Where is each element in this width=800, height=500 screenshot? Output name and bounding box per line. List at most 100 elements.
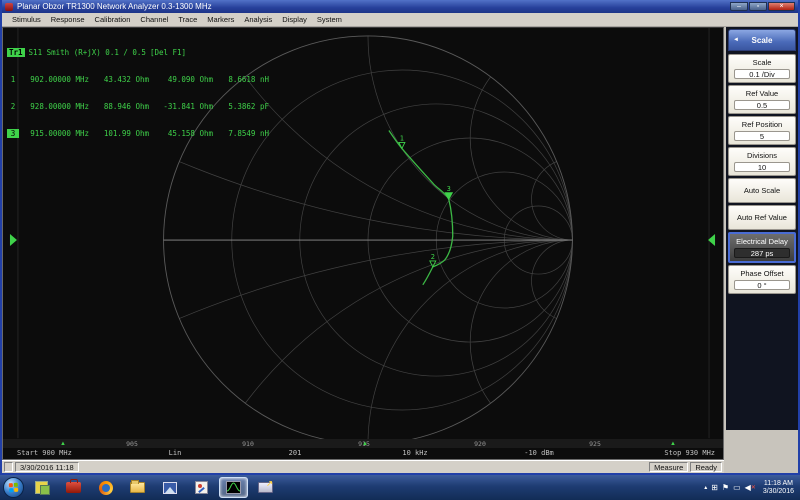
- menu-calibration[interactable]: Calibration: [90, 14, 136, 25]
- trace-badge[interactable]: Tr1: [7, 48, 25, 57]
- ref-position-left-icon[interactable]: [10, 234, 17, 246]
- trace-extra-text: [Del F1]: [150, 48, 186, 57]
- ruler-marker-1-icon[interactable]: ▲: [60, 441, 66, 447]
- taskbar-toolbox[interactable]: [59, 477, 88, 498]
- stimulus-power[interactable]: -10 dBm: [524, 449, 554, 457]
- system-tray: ▴ ⊞ ⚑ ▭ ◀✕ 11:18 AM 3/30/2016: [704, 480, 797, 496]
- statusbar-grip: [4, 462, 13, 472]
- marker-row-2: 2 928.00000 MHz 88.946 Ohm -31.841 Ohm 5…: [7, 102, 269, 111]
- titlebar[interactable]: Planar Obzor TR1300 Network Analyzer 0.3…: [2, 0, 798, 13]
- softkey-phase-offset-label: Phase Offset: [732, 269, 792, 278]
- taskbar-file-explorer[interactable]: [123, 477, 152, 498]
- smith-chart-region: 1 3 2: [2, 27, 724, 460]
- softkey-auto-ref-value-label: Auto Ref Value: [732, 213, 792, 222]
- marker-1-number: 1: [7, 75, 19, 84]
- marker-1-reactance: 49.090 Ohm: [149, 75, 213, 84]
- marker-1-equiv: 8.6618 nH: [213, 75, 269, 84]
- taskbar-photo-viewer[interactable]: [155, 477, 184, 498]
- volume-muted-icon[interactable]: ◀✕: [745, 483, 756, 493]
- remote-desktop-icon: [258, 482, 273, 493]
- display-tray-icon[interactable]: ▭: [733, 483, 741, 493]
- marker-row-3-active: 3 915.00000 MHz 101.99 Ohm 45.158 Ohm 7.…: [7, 129, 269, 138]
- menu-trace[interactable]: Trace: [173, 14, 202, 25]
- menu-analysis[interactable]: Analysis: [239, 14, 277, 25]
- softkey-electrical-delay[interactable]: Electrical Delay 287 ps: [728, 232, 796, 263]
- marker-2-number: 2: [7, 102, 19, 111]
- menu-stimulus[interactable]: Stimulus: [7, 14, 46, 25]
- stimulus-ifbw[interactable]: 10 kHz: [402, 449, 427, 457]
- clock-date: 3/30/2016: [763, 488, 794, 496]
- stimulus-bar: Start 900 MHz Lin 201 10 kHz -10 dBm Sto…: [3, 448, 723, 459]
- softkey-header[interactable]: ◄ Scale: [728, 29, 796, 51]
- softkey-ref-value[interactable]: Ref Value 0.5: [728, 85, 796, 114]
- statusbar-measure: Measure: [649, 462, 688, 472]
- trace-format-text: S11 Smith (R+jX) 0.1 / 0.5: [29, 48, 146, 57]
- menu-markers[interactable]: Markers: [202, 14, 239, 25]
- softkey-divisions-label: Divisions: [732, 151, 792, 160]
- taskbar-paint[interactable]: [187, 477, 216, 498]
- softkey-scale[interactable]: Scale 0.1 /Div: [728, 54, 796, 83]
- marker-row-1: 1 902.00000 MHz 43.432 Ohm 49.090 Ohm 8.…: [7, 75, 269, 84]
- network-analyzer-icon: [226, 481, 241, 494]
- taskbar-firefox[interactable]: [91, 477, 120, 498]
- marker-3-reactance: 45.158 Ohm: [149, 129, 213, 138]
- softkey-phase-offset-value: 0 °: [734, 280, 790, 290]
- statusbar-datetime: 3/30/2016 11:18: [15, 462, 79, 472]
- hidden-icons-arrow[interactable]: ▴: [704, 483, 707, 493]
- clock-time: 11:18 AM: [763, 480, 794, 488]
- marker-1-resistance: 43.432 Ohm: [89, 75, 149, 84]
- softkey-ref-value-value: 0.5: [734, 100, 790, 110]
- flag-tray-icon[interactable]: ⚑: [722, 483, 729, 493]
- menu-system[interactable]: System: [312, 14, 347, 25]
- softkey-auto-scale[interactable]: Auto Scale: [728, 178, 796, 203]
- taskbar-sticky-notes[interactable]: [27, 477, 56, 498]
- minimize-button[interactable]: –: [730, 2, 748, 11]
- marker-1-freq: 902.00000 MHz: [19, 75, 89, 84]
- s11-trace: [389, 131, 453, 285]
- softkey-scale-label: Scale: [732, 58, 792, 67]
- stimulus-stop[interactable]: Stop 930 MHz: [664, 449, 715, 457]
- paint-icon: [195, 481, 208, 494]
- softkey-divisions-value: 10: [734, 162, 790, 172]
- stimulus-start[interactable]: Start 900 MHz: [17, 449, 72, 457]
- marker-3-resistance: 101.99 Ohm: [89, 129, 149, 138]
- screen: Planar Obzor TR1300 Network Analyzer 0.3…: [0, 0, 800, 500]
- menu-response[interactable]: Response: [46, 14, 90, 25]
- taskbar-network-analyzer-active[interactable]: [219, 477, 248, 498]
- folder-icon: [130, 482, 145, 493]
- network-tray-icon[interactable]: ⊞: [711, 483, 718, 493]
- photo-viewer-icon: [163, 482, 177, 494]
- softkey-ref-position-value: 5: [734, 131, 790, 141]
- stimulus-sweep-type[interactable]: Lin: [169, 449, 182, 457]
- stimulus-points[interactable]: 201: [289, 449, 302, 457]
- windows-logo-icon: [9, 483, 19, 493]
- softkey-ref-position-label: Ref Position: [732, 120, 792, 129]
- app-icon: [5, 3, 13, 11]
- ruler-tick-920: 920: [474, 440, 486, 448]
- svg-text:2: 2: [431, 253, 435, 261]
- maximize-button[interactable]: ▫: [749, 2, 767, 11]
- ruler-marker-3-icon[interactable]: ▲: [362, 441, 368, 447]
- firefox-icon: [99, 481, 113, 495]
- softkey-sidebar: ◄ Scale Scale 0.1 /Div Ref Value 0.5 Ref…: [724, 27, 798, 473]
- softkey-electrical-delay-label: Electrical Delay: [733, 237, 791, 246]
- softkey-phase-offset[interactable]: Phase Offset 0 °: [728, 265, 796, 294]
- menu-channel[interactable]: Channel: [135, 14, 173, 25]
- softkey-header-label: Scale: [752, 36, 773, 45]
- taskbar-remote-desktop[interactable]: [251, 477, 280, 498]
- marker-3-equiv: 7.8549 nH: [213, 129, 269, 138]
- marker-readout: Tr1 S11 Smith (R+jX) 0.1 / 0.5 [Del F1] …: [7, 30, 269, 156]
- softkey-auto-scale-label: Auto Scale: [732, 186, 792, 195]
- marker-2-resistance: 88.946 Ohm: [89, 102, 149, 111]
- close-button[interactable]: ×: [768, 2, 795, 11]
- taskbar-clock[interactable]: 11:18 AM 3/30/2016: [760, 480, 794, 496]
- softkey-ref-position[interactable]: Ref Position 5: [728, 116, 796, 145]
- softkey-divisions[interactable]: Divisions 10: [728, 147, 796, 176]
- softkey-auto-ref-value[interactable]: Auto Ref Value: [728, 205, 796, 230]
- marker-2-reactance: -31.841 Ohm: [149, 102, 213, 111]
- ruler-marker-2-icon[interactable]: ▲: [670, 441, 676, 447]
- menu-display[interactable]: Display: [277, 14, 312, 25]
- softkey-ref-value-label: Ref Value: [732, 89, 792, 98]
- start-button[interactable]: [3, 477, 24, 498]
- softkey-electrical-delay-value: 287 ps: [734, 248, 790, 258]
